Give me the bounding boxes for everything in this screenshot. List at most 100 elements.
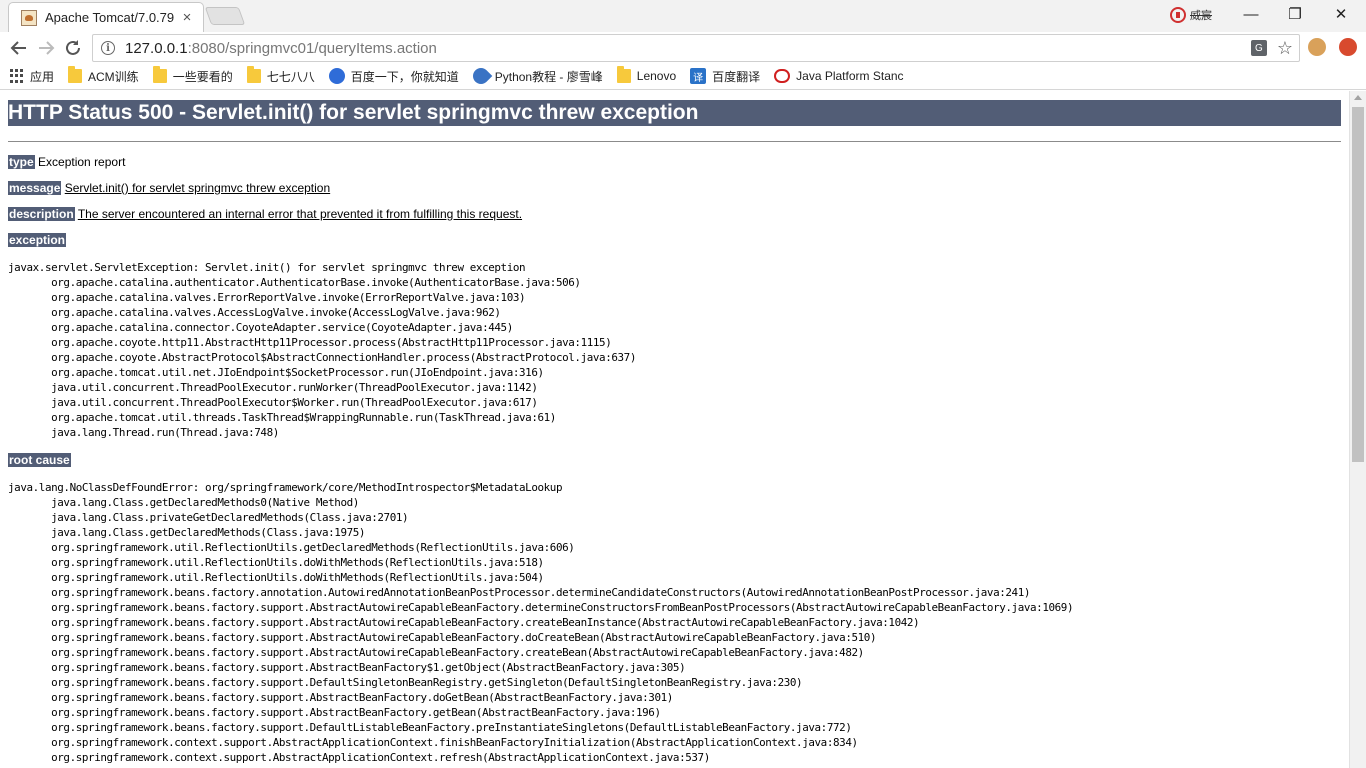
description-value: The server encountered an internal error…: [77, 207, 523, 221]
profile-button[interactable]: 威宸: [1170, 7, 1212, 23]
trace-line: java.lang.Class.privateGetDeclaredMethod…: [8, 511, 409, 524]
info-icon[interactable]: i: [101, 41, 115, 55]
trace-line: org.springframework.beans.factory.suppor…: [8, 661, 686, 674]
scroll-up-arrow-icon[interactable]: [1354, 95, 1362, 100]
reload-icon: [66, 40, 80, 55]
exception-label: exception: [8, 233, 67, 247]
trace-line: org.apache.catalina.authenticator.Authen…: [8, 276, 581, 289]
upload-extension-icon[interactable]: [1339, 38, 1357, 56]
message-label: message: [8, 181, 62, 195]
description-label: description: [8, 207, 75, 221]
trace-line: org.apache.coyote.AbstractProtocol$Abstr…: [8, 351, 636, 364]
trace-line: org.springframework.context.support.Abst…: [8, 751, 710, 764]
type-row: type Exception report: [8, 155, 125, 169]
profile-label: 威宸: [1190, 10, 1212, 22]
trace-line: org.springframework.beans.factory.suppor…: [8, 721, 852, 734]
trace-line: java.util.concurrent.ThreadPoolExecutor.…: [8, 381, 538, 394]
trace-line: java.lang.Class.getDeclaredMethods0(Nati…: [8, 496, 359, 509]
type-value: Exception report: [38, 155, 126, 169]
trace-line: org.apache.catalina.valves.ErrorReportVa…: [8, 291, 526, 304]
tomcat-favicon-icon: [21, 9, 37, 26]
tab-strip: Apache Tomcat/7.0.79 × 威宸 — ❐ ✕: [0, 0, 1366, 32]
trace-line: java.lang.Thread.run(Thread.java:748): [8, 426, 279, 439]
trace-line: org.apache.coyote.http11.AbstractHttp11P…: [8, 336, 612, 349]
bookmark-item[interactable]: 一些要看的: [152, 66, 233, 85]
address-bar[interactable]: i 127.0.0.1:8080/springmvc01/queryItems.…: [92, 34, 1300, 62]
trace-line: org.springframework.beans.factory.suppor…: [8, 706, 661, 719]
bookmark-item[interactable]: 百度一下，你就知道: [328, 68, 459, 85]
message-row: message Servlet.init() for servlet sprin…: [8, 181, 330, 195]
folder-icon: [152, 66, 167, 83]
tab-tomcat[interactable]: Apache Tomcat/7.0.79 ×: [8, 2, 204, 32]
profile-icon: [1170, 7, 1186, 23]
trace-line: org.springframework.util.ReflectionUtils…: [8, 571, 544, 584]
forward-arrow-icon: [39, 41, 55, 55]
trace-line: org.springframework.beans.factory.suppor…: [8, 691, 673, 704]
bookmark-label: 一些要看的: [172, 69, 233, 84]
bookmark-label: 百度一下，你就知道: [350, 69, 459, 84]
folder-icon: [68, 66, 83, 83]
bookmark-label: Java Platform Stanc: [796, 69, 904, 83]
rocket-icon: [469, 64, 493, 88]
trace-line: java.lang.Class.getDeclaredMethods(Class…: [8, 526, 366, 539]
toolbar: i 127.0.0.1:8080/springmvc01/queryItems.…: [0, 32, 1366, 63]
bookmark-item[interactable]: ACM训练: [68, 66, 139, 85]
trace-line: org.springframework.context.support.Abst…: [8, 736, 858, 749]
exception-row: exception: [8, 233, 67, 247]
maximize-button[interactable]: ❐: [1272, 0, 1318, 28]
url-path: :8080/springmvc01/queryItems.action: [187, 39, 437, 57]
trace-line: org.springframework.beans.factory.suppor…: [8, 631, 877, 644]
trace-line: java.lang.NoClassDefFoundError: org/spri…: [8, 481, 563, 494]
oracle-icon: [774, 69, 791, 83]
bookmark-item[interactable]: 译百度翻译: [690, 68, 760, 85]
type-label: type: [8, 155, 35, 169]
trace-line: javax.servlet.ServletException: Servlet.…: [8, 261, 526, 274]
trace-line: org.springframework.beans.factory.annota…: [8, 586, 1031, 599]
reload-button[interactable]: [60, 35, 86, 61]
bookmark-label: 百度翻译: [712, 69, 761, 84]
new-tab-button[interactable]: [204, 7, 246, 25]
trace-line: org.apache.tomcat.util.net.JIoEndpoint$S…: [8, 366, 544, 379]
description-row: description The server encountered an in…: [8, 207, 522, 221]
trace-line: org.apache.catalina.connector.CoyoteAdap…: [8, 321, 513, 334]
exception-trace: javax.servlet.ServletException: Servlet.…: [8, 260, 636, 440]
bookmark-label: Lenovo: [636, 69, 677, 83]
tab-title: Apache Tomcat/7.0.79: [45, 10, 175, 25]
trace-line: org.springframework.beans.factory.suppor…: [8, 616, 920, 629]
back-button[interactable]: [6, 35, 32, 61]
page-content: HTTP Status 500 - Servlet.init() for ser…: [0, 91, 1350, 768]
bookmark-label: 应用: [30, 69, 55, 84]
trace-line: org.apache.catalina.valves.AccessLogValv…: [8, 306, 501, 319]
tab-close-icon[interactable]: ×: [179, 9, 195, 26]
minimize-button[interactable]: —: [1228, 0, 1274, 28]
bookmarks-bar: 应用 ACM训练 一些要看的 七七八八 百度一下，你就知道 Python教程 - 廖雪峰 L…: [0, 63, 1366, 90]
root-cause-label: root cause: [8, 453, 71, 467]
trace-line: java.util.concurrent.ThreadPoolExecutor$…: [8, 396, 538, 409]
bookmark-star-icon[interactable]: ☆: [1277, 39, 1293, 57]
apps-icon: [10, 69, 24, 83]
vertical-scrollbar[interactable]: [1349, 91, 1366, 768]
bookmark-item[interactable]: 七七八八: [246, 66, 315, 85]
message-value: Servlet.init() for servlet springmvc thr…: [64, 181, 331, 195]
bookmark-item[interactable]: Lenovo: [616, 66, 677, 83]
translate-icon[interactable]: G: [1250, 40, 1267, 56]
bookmark-item[interactable]: Java Platform Stanc: [774, 69, 904, 83]
divider: [8, 141, 1341, 142]
url-host: 127.0.0.1: [125, 39, 188, 57]
forward-button[interactable]: [33, 35, 59, 61]
bookmark-item[interactable]: 应用: [10, 68, 54, 85]
bookmark-item[interactable]: Python教程 - 廖雪峰: [469, 64, 603, 88]
trace-line: org.springframework.beans.factory.suppor…: [8, 676, 803, 689]
close-window-button[interactable]: ✕: [1318, 0, 1364, 28]
trace-line: org.springframework.util.ReflectionUtils…: [8, 556, 544, 569]
root-cause-row: root cause: [8, 453, 71, 467]
baidu-paw-icon: [328, 68, 345, 84]
trace-line: org.springframework.util.ReflectionUtils…: [8, 541, 575, 554]
scrollbar-thumb[interactable]: [1352, 107, 1364, 462]
cookie-extension-icon[interactable]: [1308, 38, 1326, 56]
baidu-translate-icon: 译: [690, 68, 707, 84]
trace-line: org.springframework.beans.factory.suppor…: [8, 601, 1074, 614]
folder-icon: [246, 66, 261, 83]
trace-line: org.springframework.beans.factory.suppor…: [8, 646, 864, 659]
url-text: 127.0.0.1:8080/springmvc01/queryItems.ac…: [125, 40, 437, 57]
